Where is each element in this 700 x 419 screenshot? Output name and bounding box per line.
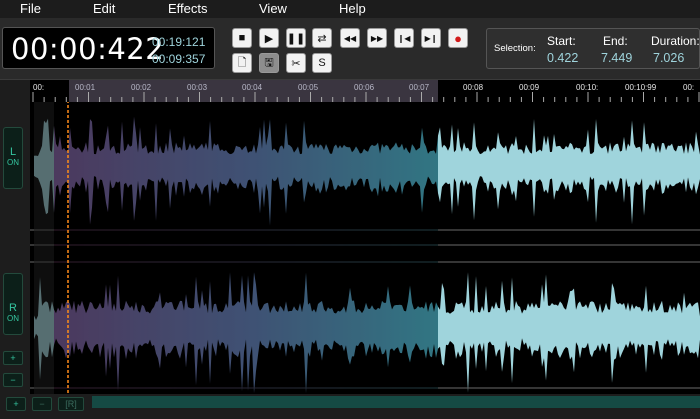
selection-overlay[interactable]	[54, 102, 438, 394]
menu-view[interactable]: View	[259, 1, 287, 16]
selection-start-label: Start:	[547, 34, 576, 48]
pause-button[interactable]: ❚❚	[286, 28, 306, 48]
pause-icon: ❚❚	[286, 32, 306, 45]
selection-start-value[interactable]: 0.422	[547, 51, 578, 65]
skip-start-button[interactable]: ❙◀	[394, 28, 414, 48]
right-channel-letter: R	[9, 302, 17, 314]
fast-forward-button[interactable]: ▶▶	[367, 28, 387, 48]
left-channel-letter: L	[9, 146, 17, 158]
menu-file[interactable]: File	[20, 1, 41, 16]
record-button[interactable]: ●	[448, 28, 468, 48]
zoom-out-vertical-button[interactable]: −	[3, 373, 23, 387]
zoom-reset-label: [R]	[65, 399, 77, 409]
selection-label: Selection:	[494, 43, 536, 54]
time-display: 00:00:422 00:19:121 00:09:357	[2, 27, 215, 69]
cut-button[interactable]: ✂	[286, 53, 306, 73]
editor-area: L ON R ON + − 00: 00:01 00:02 00:03 00:04 00:…	[0, 80, 700, 419]
ruler-label: 00:07	[409, 83, 430, 92]
save-button[interactable]: 🖫	[259, 53, 279, 73]
selection-end-value[interactable]: 7.449	[601, 51, 632, 65]
skip-end-button[interactable]: ▶❙	[421, 28, 441, 48]
ruler-ticks: 00: 00:01 00:02 00:03 00:04 00:05 00:06 00:07 00…	[32, 80, 700, 102]
play-button[interactable]: ▶	[259, 28, 279, 48]
save-icon: 🖫	[264, 56, 274, 69]
new-file-button[interactable]: 🗋	[232, 53, 252, 73]
ruler-label: 00:01	[75, 83, 96, 92]
ruler-label: 00:09	[519, 83, 540, 92]
ruler-label: 00:02	[131, 83, 152, 92]
fast-forward-icon: ▶▶	[370, 33, 384, 43]
ruler-label: 00:	[33, 83, 44, 92]
stop-icon: ■	[238, 32, 246, 44]
ruler-label: 00:06	[354, 83, 375, 92]
right-channel-toggle[interactable]: R ON	[3, 273, 23, 335]
ruler-label: 00:	[683, 83, 694, 92]
ruler-label: 00:03	[187, 83, 208, 92]
zoom-in-vertical-button[interactable]: +	[3, 351, 23, 365]
channel-controls: L ON R ON + −	[0, 80, 30, 419]
current-time: 00:00:422	[11, 32, 165, 66]
menu-bar: File Edit Effects View Help	[0, 0, 700, 18]
visible-duration: 00:09:357	[152, 52, 206, 66]
ruler-label: 00:05	[298, 83, 319, 92]
rewind-icon: ◀◀	[343, 33, 357, 43]
zoom-reset-button[interactable]: [R]	[58, 397, 84, 411]
menu-help[interactable]: Help	[339, 1, 366, 16]
zoom-out-button[interactable]: −	[32, 397, 52, 411]
ruler-label: 00:10:	[576, 83, 598, 92]
new-file-icon: 🗋	[237, 56, 247, 69]
menu-edit[interactable]: Edit	[93, 1, 115, 16]
time-ruler[interactable]: 00: 00:01 00:02 00:03 00:04 00:05 00:06 00:07 00…	[30, 80, 700, 102]
ruler-label: 00:10:99	[625, 83, 657, 92]
silence-icon: S	[318, 57, 326, 69]
horizontal-scrollbar[interactable]	[92, 396, 700, 408]
skip-start-icon: ❙◀	[397, 33, 411, 43]
ruler-label: 00:04	[242, 83, 263, 92]
loop-button[interactable]: ⇄	[312, 28, 332, 48]
selection-panel: Selection: Start: 0.422 End: 7.449 Durat…	[486, 28, 700, 69]
ruler-label: 00:08	[463, 83, 484, 92]
zoom-in-button[interactable]: +	[6, 397, 26, 411]
total-duration: 00:19:121	[152, 35, 206, 49]
record-icon: ●	[454, 30, 462, 46]
selection-end-label: End:	[603, 34, 628, 48]
pre-cursor-dim	[34, 102, 54, 394]
skip-end-icon: ▶❙	[424, 33, 438, 43]
play-icon: ▶	[264, 32, 274, 45]
zoom-in-icon: +	[13, 399, 19, 409]
toolbar: 00:00:422 00:19:121 00:09:357 ■ ▶ ❚❚ ⇄ ◀◀ ▶▶ ❙…	[0, 18, 700, 80]
left-channel-state: ON	[7, 158, 19, 167]
loop-icon: ⇄	[317, 32, 327, 45]
silence-button[interactable]: S	[312, 53, 332, 73]
rewind-button[interactable]: ◀◀	[340, 28, 360, 48]
zoom-out-icon: −	[10, 375, 16, 385]
selection-duration-label: Duration:	[651, 34, 700, 48]
cut-icon: ✂	[291, 57, 301, 70]
left-channel-toggle[interactable]: L ON	[3, 127, 23, 189]
right-channel-state: ON	[7, 314, 19, 323]
menu-effects[interactable]: Effects	[168, 1, 208, 16]
pre-start-region	[30, 102, 34, 394]
selection-duration-value[interactable]: 7.026	[653, 51, 684, 65]
zoom-out-icon: −	[39, 399, 45, 409]
stop-button[interactable]: ■	[232, 28, 252, 48]
zoom-in-icon: +	[10, 353, 16, 363]
waveform-canvas[interactable]	[30, 102, 700, 394]
